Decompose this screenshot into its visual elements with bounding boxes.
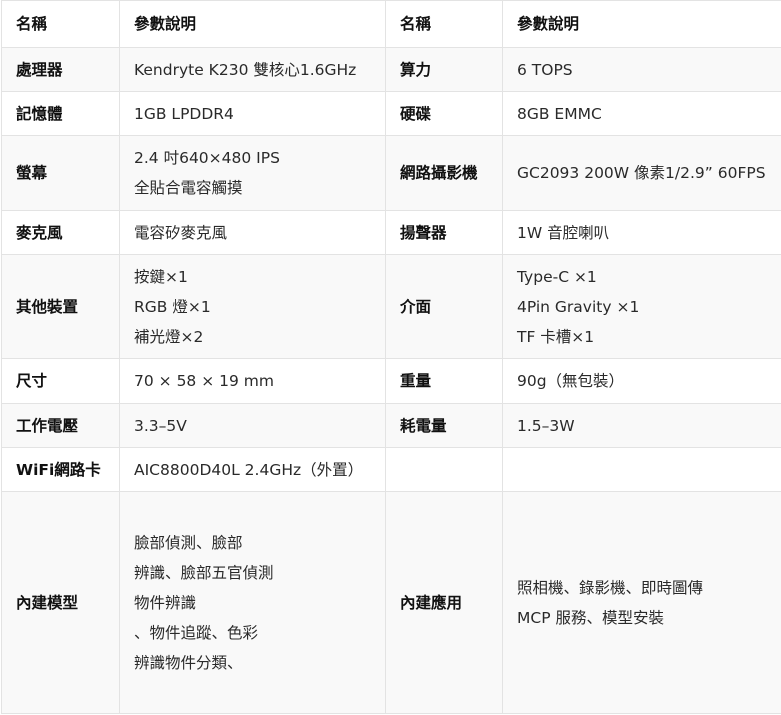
table-row: WiFi網路卡 AIC8800D40L 2.4GHz（外置） — [1, 447, 781, 492]
spec-value: 1W 音腔喇叭 — [502, 210, 781, 255]
spec-name: 記憶體 — [1, 91, 120, 136]
table-row: 記憶體 1GB LPDDR4 硬碟 8GB EMMC — [1, 91, 781, 136]
table-row: 螢幕 2.4 吋640×480 IPS 全貼合電容觸摸 網路攝影機 GC2093… — [1, 135, 781, 211]
spec-value: 照相機、錄影機、即時圖傳 MCP 服務、模型安裝 — [502, 491, 781, 714]
spec-value: 臉部偵測、臉部 辨識、臉部五官偵測 物件辨識 、物件追蹤、色彩 辨識物件分類、 — [119, 491, 386, 714]
spec-name: 螢幕 — [1, 135, 120, 211]
spec-name: 內建模型 — [1, 491, 120, 714]
table-row: 處理器 Kendryte K230 雙核心1.6GHz 算力 6 TOPS — [1, 47, 781, 92]
table-row: 其他裝置 按鍵×1 RGB 燈×1 補光燈×2 介面 Type-C ×1 4Pi… — [1, 254, 781, 359]
spec-value-empty — [502, 447, 781, 492]
spec-name: WiFi網路卡 — [1, 447, 120, 492]
spec-value: 6 TOPS — [502, 47, 781, 92]
spec-value: 電容矽麥克風 — [119, 210, 386, 255]
spec-name-empty — [385, 447, 503, 492]
table-row: 尺寸 70 × 58 × 19 mm 重量 90g（無包裝） — [1, 358, 781, 404]
spec-name: 算力 — [385, 47, 503, 92]
header-param-2: 參數說明 — [502, 0, 781, 48]
spec-value: 2.4 吋640×480 IPS 全貼合電容觸摸 — [119, 135, 386, 211]
spec-name: 網路攝影機 — [385, 135, 503, 211]
spec-name: 硬碟 — [385, 91, 503, 136]
spec-value: 70 × 58 × 19 mm — [119, 358, 386, 404]
spec-value: 按鍵×1 RGB 燈×1 補光燈×2 — [119, 254, 386, 359]
spec-name: 揚聲器 — [385, 210, 503, 255]
spec-value: GC2093 200W 像素1/2.9” 60FPS — [502, 135, 781, 211]
spec-name: 麥克風 — [1, 210, 120, 255]
table-row: 內建模型 臉部偵測、臉部 辨識、臉部五官偵測 物件辨識 、物件追蹤、色彩 辨識物… — [1, 491, 781, 714]
spec-table: 名稱 參數說明 名稱 參數說明 處理器 Kendryte K230 雙核心1.6… — [1, 0, 781, 714]
spec-value: AIC8800D40L 2.4GHz（外置） — [119, 447, 386, 492]
table-row: 麥克風 電容矽麥克風 揚聲器 1W 音腔喇叭 — [1, 210, 781, 255]
spec-name: 尺寸 — [1, 358, 120, 404]
spec-value: 8GB EMMC — [502, 91, 781, 136]
spec-name: 內建應用 — [385, 491, 503, 714]
spec-name: 其他裝置 — [1, 254, 120, 359]
header-name-2: 名稱 — [385, 0, 503, 48]
header-param-1: 參數說明 — [119, 0, 386, 48]
spec-name: 處理器 — [1, 47, 120, 92]
spec-name: 重量 — [385, 358, 503, 404]
spec-name: 介面 — [385, 254, 503, 359]
table-header-row: 名稱 參數說明 名稱 參數說明 — [1, 0, 781, 48]
header-name-1: 名稱 — [1, 0, 120, 48]
spec-name: 工作電壓 — [1, 403, 120, 448]
spec-value: Type-C ×1 4Pin Gravity ×1 TF 卡槽×1 — [502, 254, 781, 359]
spec-name: 耗電量 — [385, 403, 503, 448]
spec-value: 90g（無包裝） — [502, 358, 781, 404]
spec-value: 3.3–5V — [119, 403, 386, 448]
spec-value: Kendryte K230 雙核心1.6GHz — [119, 47, 386, 92]
spec-value: 1GB LPDDR4 — [119, 91, 386, 136]
table-row: 工作電壓 3.3–5V 耗電量 1.5–3W — [1, 403, 781, 448]
spec-value: 1.5–3W — [502, 403, 781, 448]
